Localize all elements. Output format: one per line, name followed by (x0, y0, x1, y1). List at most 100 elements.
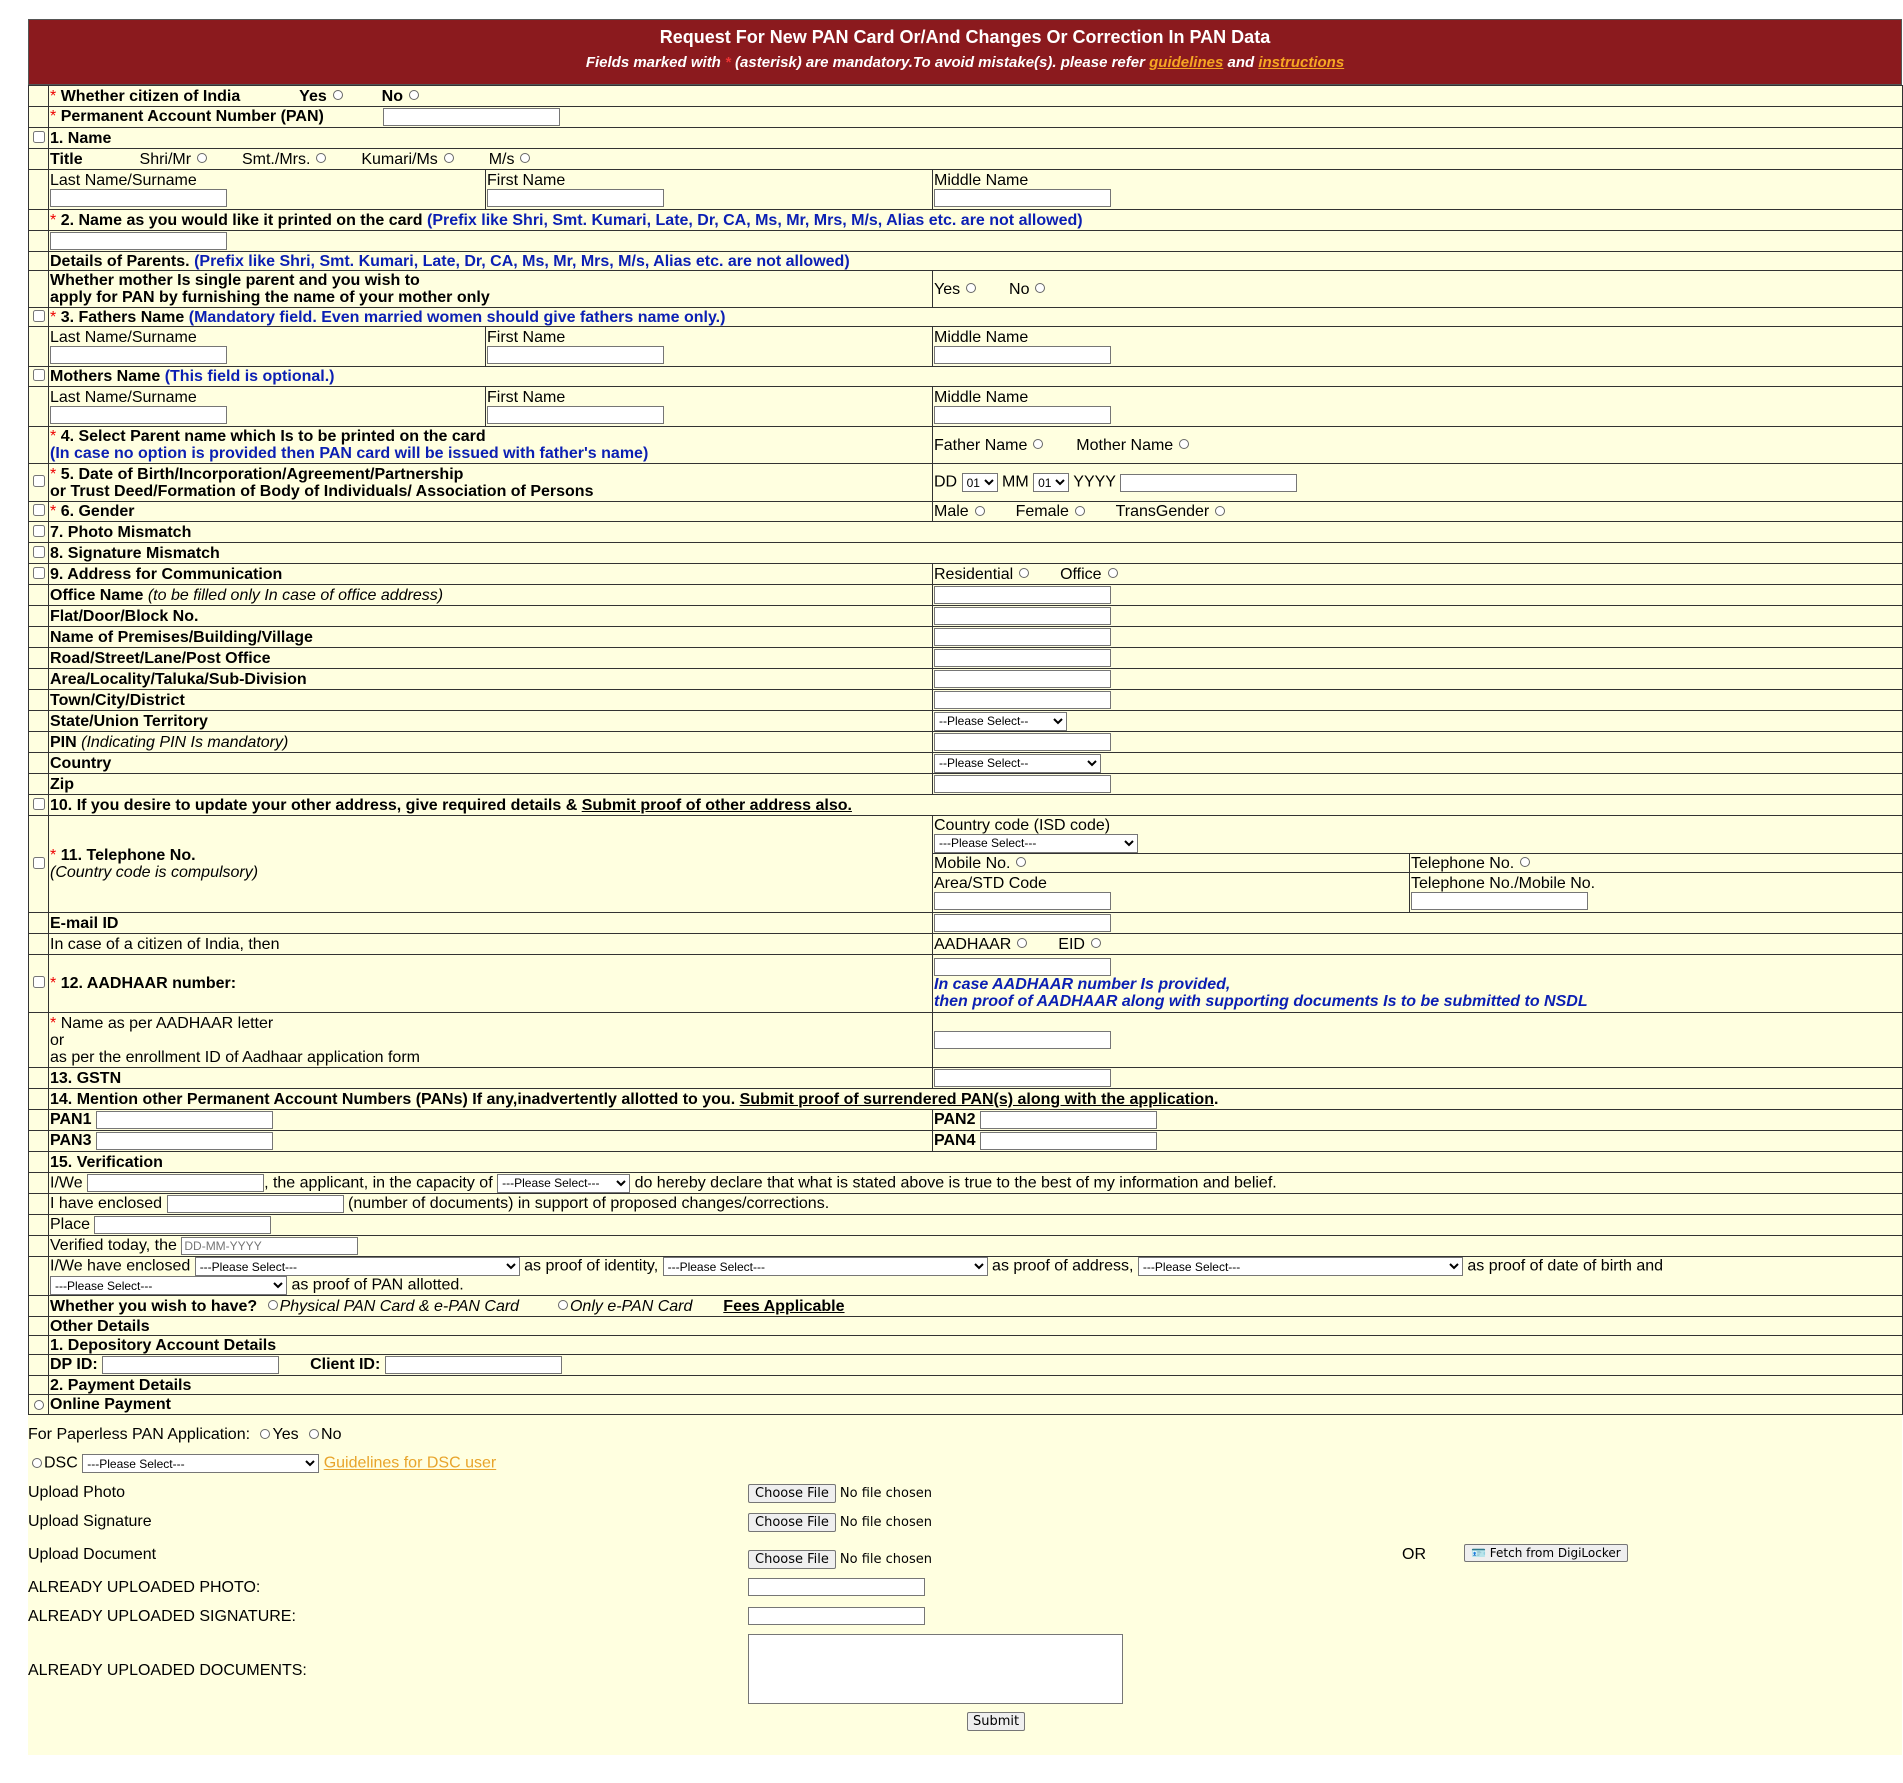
aadhaar-name-input[interactable] (934, 1031, 1111, 1049)
capacity-select[interactable]: ---Please Select--- (497, 1173, 631, 1193)
gender-trans-radio[interactable] (1215, 505, 1226, 516)
upload-document-button[interactable]: Choose File (748, 1550, 836, 1569)
dsc-guidelines-link[interactable]: Guidelines for DSC user (324, 1455, 497, 1472)
address-residential-radio[interactable] (1019, 568, 1030, 579)
fees-applicable-link[interactable]: Fees Applicable (723, 1298, 844, 1315)
father-last-name-input[interactable] (50, 346, 227, 364)
gender-checkbox[interactable] (32, 504, 45, 516)
other-address-proof-link[interactable]: Submit proof of other address also. (582, 797, 852, 814)
pan3-input[interactable] (95, 1132, 273, 1150)
pan-input[interactable] (382, 108, 560, 126)
mother-middle-name-input[interactable] (934, 406, 1111, 424)
dp-id-input[interactable] (102, 1356, 280, 1374)
middle-name-input[interactable] (934, 189, 1111, 207)
photo-mismatch-checkbox[interactable] (32, 524, 45, 537)
print-mother-radio[interactable] (1179, 439, 1190, 450)
dob-day-select[interactable]: 01 (961, 473, 998, 492)
applicant-name-input[interactable] (87, 1174, 265, 1192)
title-ms-radio[interactable] (520, 153, 531, 164)
last-name-input[interactable] (50, 189, 227, 207)
father-first-name-input[interactable] (487, 346, 664, 364)
mobile-radio[interactable] (1016, 857, 1027, 868)
pan2-input[interactable] (979, 1111, 1157, 1129)
mother-checkbox[interactable] (32, 369, 45, 381)
telephone-checkbox[interactable] (32, 856, 45, 869)
proof-address-select[interactable]: ---Please Select--- (662, 1257, 988, 1276)
email-input[interactable] (934, 914, 1111, 932)
upload-section: For Paperless PAN Application: Yes No DS… (28, 1415, 1902, 1755)
title-kumari-radio[interactable] (443, 153, 454, 164)
pan4-input[interactable] (979, 1132, 1157, 1150)
upload-photo-button[interactable]: Choose File (748, 1484, 836, 1503)
telephone-number-input[interactable] (1411, 892, 1588, 910)
verified-date-input[interactable] (181, 1237, 359, 1255)
eid-radio[interactable] (1090, 938, 1101, 949)
mother-first-name-input[interactable] (487, 406, 664, 424)
gender-female-radio[interactable] (1074, 505, 1085, 516)
first-name-input[interactable] (487, 189, 664, 207)
epan-only-radio[interactable] (557, 1300, 568, 1311)
std-code-input[interactable] (934, 892, 1111, 910)
proof-dob-select[interactable]: ---Please Select--- (1137, 1257, 1463, 1276)
guidelines-link[interactable]: guidelines (1149, 54, 1223, 71)
mother-last-name-input[interactable] (50, 406, 227, 424)
aadhaar-checkbox[interactable] (32, 976, 45, 988)
town-input[interactable] (934, 691, 1111, 709)
father-middle-name-input[interactable] (934, 346, 1111, 364)
title-smt-radio[interactable] (316, 153, 327, 164)
signature-mismatch-checkbox[interactable] (32, 545, 45, 558)
dob-month-select[interactable]: 01 (1033, 473, 1070, 492)
name-checkbox[interactable] (32, 130, 45, 143)
aadhaar-radio[interactable] (1017, 938, 1028, 949)
instructions-link[interactable]: instructions (1258, 54, 1344, 71)
gender-male-radio[interactable] (974, 505, 985, 516)
place-input[interactable] (94, 1216, 272, 1234)
area-input[interactable] (934, 670, 1111, 688)
uploaded-documents-field[interactable] (748, 1634, 1123, 1704)
uploaded-photo-field[interactable] (748, 1578, 925, 1596)
surrender-pan-link[interactable]: Submit proof of surrendered PAN(s) along… (740, 1091, 1214, 1108)
single-parent-no-radio[interactable] (1035, 283, 1046, 294)
physical-pan-radio[interactable] (267, 1300, 278, 1311)
submit-button[interactable]: Submit (967, 1712, 1026, 1731)
client-id-input[interactable] (384, 1356, 562, 1374)
isd-select[interactable]: ---Please Select--- (934, 833, 1138, 853)
dsc-select[interactable]: ---Please Select--- (82, 1454, 320, 1473)
telephone-radio[interactable] (1520, 857, 1531, 868)
dob-checkbox[interactable] (32, 475, 45, 487)
dob-year-input[interactable] (1120, 473, 1298, 492)
paperless-yes-radio[interactable] (260, 1428, 271, 1439)
citizen-yes-radio[interactable] (332, 90, 343, 101)
uploaded-signature-field[interactable] (748, 1607, 925, 1625)
documents-count-input[interactable] (166, 1195, 344, 1213)
flat-input[interactable] (934, 607, 1111, 625)
road-input[interactable] (934, 649, 1111, 667)
office-name-input[interactable] (934, 586, 1111, 604)
paperless-no-radio[interactable] (309, 1428, 320, 1439)
single-parent-yes-radio[interactable] (966, 283, 977, 294)
printed-name-input[interactable] (50, 232, 227, 250)
pan1-input[interactable] (95, 1111, 273, 1129)
premises-input[interactable] (934, 628, 1111, 646)
form-subtitle: Fields marked with * (asterisk) are mand… (585, 54, 1345, 71)
online-payment-radio[interactable] (33, 1399, 44, 1410)
upload-signature-button[interactable]: Choose File (748, 1513, 836, 1532)
gstn-input[interactable] (934, 1069, 1111, 1087)
print-father-radio[interactable] (1033, 439, 1044, 450)
address-office-radio[interactable] (1107, 568, 1118, 579)
aadhaar-input[interactable] (934, 957, 1111, 976)
proof-identity-select[interactable]: ---Please Select--- (194, 1257, 520, 1276)
country-select[interactable]: --Please Select-- (934, 753, 1101, 773)
pin-input[interactable] (934, 733, 1111, 751)
state-select[interactable]: --Please Select-- (934, 711, 1067, 731)
dsc-radio[interactable] (32, 1457, 42, 1468)
citizen-no-radio[interactable] (408, 90, 419, 101)
proof-pan-select[interactable]: ---Please Select--- (50, 1276, 287, 1295)
address-checkbox[interactable] (32, 566, 45, 579)
title-shri-radio[interactable] (197, 153, 208, 164)
zip-input[interactable] (934, 775, 1111, 793)
other-address-checkbox[interactable] (32, 797, 45, 810)
digilocker-button[interactable]: 🪪 Fetch from DigiLocker (1464, 1544, 1628, 1562)
father-checkbox[interactable] (32, 309, 45, 322)
pan-form-table: * Whether citizen of India Yes No * Perm… (28, 85, 1903, 1415)
